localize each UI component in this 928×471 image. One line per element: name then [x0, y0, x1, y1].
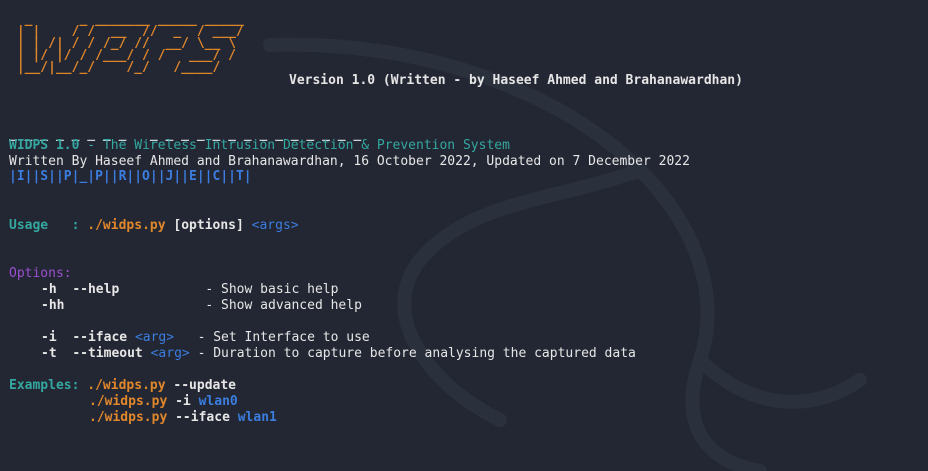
- usage-args: <args>: [251, 218, 299, 233]
- written-by-line: Written By Haseef Ahmed and Brahanawardh…: [9, 154, 690, 169]
- option-pad: [64, 298, 205, 313]
- terminal-window[interactable]: _ _ _______ _____ _____ | | / / __ // _ …: [0, 0, 928, 471]
- option-pad: [190, 346, 198, 361]
- usage-options: [options]: [165, 218, 252, 233]
- option-short: -hh: [41, 298, 65, 313]
- app-title-line: WIDPS 1.0 - The Wireless Intrusion Detec…: [9, 138, 510, 154]
- option-short: -i: [41, 330, 57, 345]
- option-desc: - Show advanced help: [205, 298, 362, 313]
- option-row: -t --timeout <arg> - Duration to capture…: [41, 346, 636, 362]
- option-pad: [119, 282, 205, 297]
- example-row: ./widps.py --iface wlan1: [89, 410, 277, 426]
- option-desc: - Set Interface to use: [197, 330, 370, 345]
- app-name: WIDPS 1.0: [9, 138, 80, 153]
- option-short: -t: [41, 346, 57, 361]
- example-flag: --update: [165, 378, 237, 393]
- usage-line: Usage : ./widps.py [options] <args>: [9, 218, 299, 234]
- options-header: Options:: [9, 266, 72, 281]
- usage-label: Usage :: [9, 218, 88, 233]
- example-command: ./widps.py: [89, 394, 168, 409]
- example-flag: --iface: [167, 410, 238, 425]
- example-row: ./widps.py -i wlan0: [89, 394, 238, 410]
- option-row: -h --help - Show basic help: [41, 282, 338, 298]
- option-long: --timeout: [72, 346, 143, 361]
- option-row: -hh - Show advanced help: [41, 298, 362, 314]
- option-desc: - Duration to capture before analysing t…: [197, 346, 636, 361]
- banner-project-letters: |I||S||P|_|P||R||O||J||E||C||T|: [9, 169, 252, 184]
- example-command: ./widps.py: [87, 378, 166, 393]
- option-desc: - Show basic help: [205, 282, 339, 297]
- option-long: --iface: [72, 330, 128, 345]
- example-value: wlan0: [198, 394, 238, 409]
- option-arg: <arg>: [134, 330, 175, 345]
- app-tagline: The Wireless Intrusion Detection & Preve…: [102, 138, 510, 153]
- example-flag: -i: [167, 394, 199, 409]
- ascii-logo-line-5: |__/|__/_/ /_/ /____/: [9, 60, 244, 75]
- option-long: --help: [72, 282, 120, 297]
- version-line: Version 1.0 (Written - by Haseef Ahmed a…: [289, 73, 743, 88]
- option-arg: <arg>: [150, 346, 190, 361]
- usage-command: ./widps.py: [87, 218, 166, 233]
- option-pad: [174, 330, 197, 345]
- examples-header: Examples:: [9, 378, 88, 393]
- option-short: -h: [41, 282, 57, 297]
- example-command: ./widps.py: [89, 410, 168, 425]
- example-row: Examples: ./widps.py --update: [9, 378, 236, 394]
- example-value: wlan1: [237, 410, 277, 425]
- title-separator: -: [79, 138, 103, 153]
- option-row: -i --iface <arg> - Set Interface to use: [41, 330, 370, 346]
